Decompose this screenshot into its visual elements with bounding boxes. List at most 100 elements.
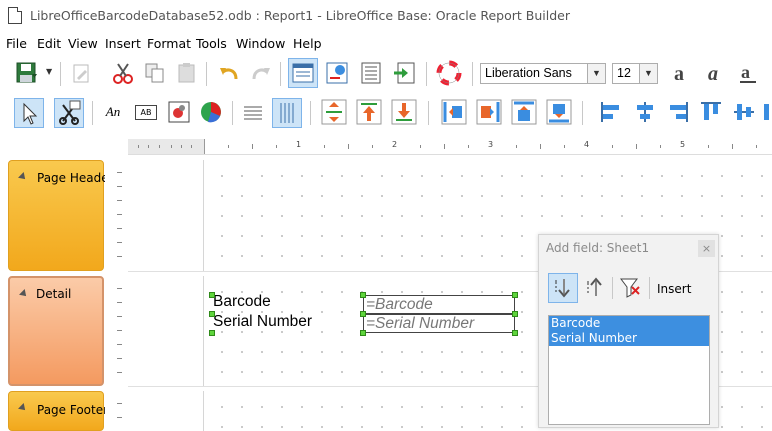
section-label: Detail	[36, 287, 72, 301]
svg-text:a: a	[674, 63, 684, 85]
font-name-value: Liberation Sans	[485, 66, 572, 80]
field-list[interactable]: Barcode Serial Number	[548, 315, 710, 425]
close-icon[interactable]: ×	[698, 240, 715, 257]
resize-handle[interactable]	[360, 311, 366, 317]
object-align-left-icon[interactable]	[598, 99, 624, 125]
shrink-from-top-icon[interactable]	[390, 98, 418, 126]
menu-file[interactable]: File	[6, 36, 27, 51]
menu-window[interactable]: Window	[236, 36, 285, 51]
help-lifebuoy-icon[interactable]	[436, 60, 462, 86]
menu-edit[interactable]: Edit	[37, 36, 61, 51]
menu-view[interactable]: View	[68, 36, 98, 51]
resize-handle[interactable]	[360, 330, 366, 336]
barcode-field[interactable]: =Barcode	[363, 295, 515, 314]
label-field-icon[interactable]: AB	[133, 99, 159, 125]
collapse-triangle-icon[interactable]	[18, 172, 28, 182]
collapse-triangle-icon[interactable]	[18, 403, 28, 413]
add-field-title: Add field: Sheet1	[546, 241, 650, 255]
align-bottom-icon[interactable]	[545, 98, 573, 126]
bold-icon[interactable]: a	[670, 60, 696, 86]
object-align-middle-icon[interactable]	[731, 99, 757, 125]
save-dropdown-icon[interactable]: ▼	[46, 67, 52, 76]
align-top-icon[interactable]	[510, 98, 538, 126]
serial-number-label[interactable]: Serial Number	[213, 313, 312, 331]
object-align-top-icon[interactable]	[698, 99, 724, 125]
object-align-right-icon[interactable]	[665, 99, 691, 125]
select-pointer-icon[interactable]	[14, 98, 44, 128]
section-label: Page Header	[37, 171, 114, 185]
image-control-icon[interactable]	[166, 99, 192, 125]
copy-icon[interactable]	[142, 60, 168, 86]
add-field-dialog[interactable]: Add field: Sheet1 × Insert Barcode Seria…	[538, 234, 719, 428]
standard-toolbar: ▼ Liberation Sans ▼ 12 ▼ a a a	[0, 55, 772, 93]
document-icon	[8, 7, 22, 24]
menu-insert[interactable]: Insert	[105, 36, 141, 51]
vertical-ruler[interactable]	[105, 391, 127, 428]
font-name-combo[interactable]: Liberation Sans ▼	[480, 63, 606, 84]
save-icon[interactable]	[14, 60, 40, 86]
ruler-number: 4	[584, 140, 590, 149]
cut-object-icon[interactable]	[54, 98, 84, 128]
align-right-icon[interactable]	[475, 98, 503, 126]
menu-tools[interactable]: Tools	[196, 36, 227, 51]
shrink-height-icon[interactable]	[320, 98, 348, 126]
undo-icon[interactable]	[216, 60, 242, 86]
text-box-icon[interactable]: An	[100, 99, 126, 125]
sort-descending-icon[interactable]	[583, 275, 609, 301]
field-list-item[interactable]: Serial Number	[549, 331, 709, 346]
sort-ascending-icon[interactable]	[548, 273, 578, 303]
object-align-center-icon[interactable]	[632, 99, 658, 125]
ruler-number: 3	[488, 140, 494, 149]
font-size-value: 12	[617, 66, 631, 80]
italic-icon[interactable]: a	[703, 60, 729, 86]
resize-handle[interactable]	[209, 330, 215, 336]
resize-handle[interactable]	[512, 311, 518, 317]
menu-format[interactable]: Format	[147, 36, 191, 51]
add-field-icon[interactable]	[392, 60, 418, 86]
edit-file-icon[interactable]	[68, 60, 94, 86]
vertical-ruler[interactable]	[105, 276, 127, 386]
resize-handle[interactable]	[360, 292, 366, 298]
section-page-header[interactable]: Page Header	[8, 160, 114, 271]
menu-help[interactable]: Help	[293, 36, 322, 51]
serial-number-field[interactable]: =Serial Number	[363, 314, 515, 333]
ruler-number: 2	[392, 140, 398, 149]
chart-icon[interactable]	[198, 99, 224, 125]
align-left-icon[interactable]	[440, 98, 468, 126]
field-list-item[interactable]: Barcode	[549, 316, 709, 331]
resize-handle[interactable]	[209, 292, 215, 298]
resize-handle[interactable]	[512, 330, 518, 336]
chevron-down-icon[interactable]: ▼	[587, 64, 605, 83]
horizontal-line-icon[interactable]	[240, 99, 266, 125]
barcode-label[interactable]: Barcode	[213, 293, 271, 311]
page-header-footer-icon[interactable]	[358, 60, 384, 86]
shrink-from-bottom-icon[interactable]	[355, 98, 383, 126]
underline-icon[interactable]: a	[736, 60, 762, 86]
chevron-down-icon[interactable]: ▼	[639, 64, 657, 83]
resize-handle[interactable]	[209, 311, 215, 317]
horizontal-ruler[interactable]: 1 2 3 4 5	[128, 139, 772, 155]
title-bar: LibreOfficeBarcodeDatabase52.odb : Repor…	[0, 0, 772, 32]
report-navigator-icon[interactable]	[288, 58, 318, 88]
collapse-triangle-icon[interactable]	[19, 289, 29, 299]
vertical-ruler[interactable]	[105, 160, 127, 271]
report-controls-toolbar: An AB	[0, 94, 772, 132]
object-align-bottom-icon[interactable]	[764, 99, 772, 125]
ruler-number: 5	[680, 140, 686, 149]
properties-icon[interactable]	[324, 60, 350, 86]
window-title: LibreOfficeBarcodeDatabase52.odb : Repor…	[30, 8, 570, 23]
cut-icon[interactable]	[110, 60, 136, 86]
section-page-footer[interactable]: Page Footer	[8, 391, 108, 431]
insert-button[interactable]: Insert	[657, 282, 691, 296]
paste-icon[interactable]	[174, 60, 200, 86]
section-detail[interactable]: Detail	[8, 276, 104, 386]
vertical-line-icon[interactable]	[272, 98, 302, 128]
resize-handle[interactable]	[512, 292, 518, 298]
font-size-combo[interactable]: 12 ▼	[612, 63, 658, 84]
svg-text:a: a	[708, 63, 718, 85]
filter-icon[interactable]	[618, 275, 644, 301]
section-label: Page Footer	[37, 403, 109, 417]
svg-text:a: a	[741, 62, 750, 82]
redo-icon[interactable]	[248, 60, 274, 86]
menu-bar: File Edit View Insert Format Tools Windo…	[0, 32, 772, 54]
